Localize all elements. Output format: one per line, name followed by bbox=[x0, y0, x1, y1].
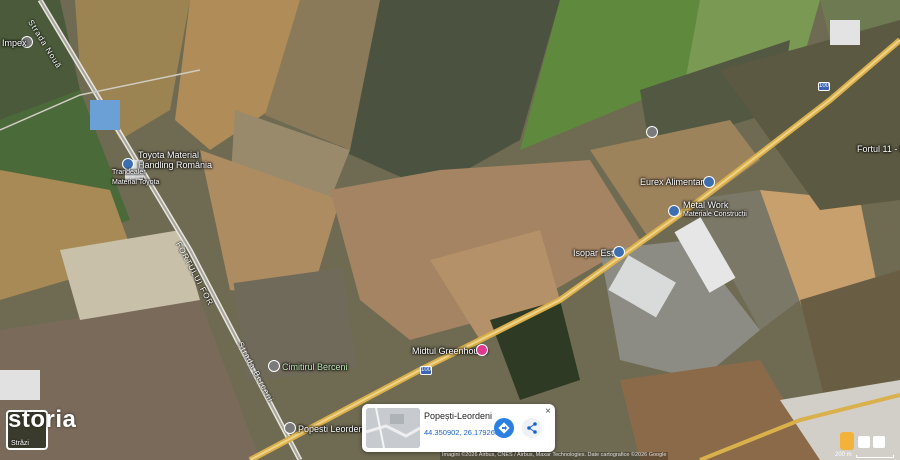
shop-pin-icon[interactable] bbox=[476, 344, 488, 356]
place-pin-icon[interactable] bbox=[284, 422, 296, 434]
label-fortul[interactable]: Fortul 11 - Pope bbox=[857, 144, 900, 154]
label-isopar[interactable]: Isopar Est bbox=[573, 248, 614, 258]
satellite-terrain bbox=[0, 0, 900, 460]
place-name: Popești-Leordeni bbox=[424, 411, 493, 421]
scale-label: 200 m bbox=[835, 452, 852, 458]
place-info-card[interactable]: Popești-Leordeni 44.350902, 26.179260 × bbox=[362, 404, 555, 452]
map-thumb-icon bbox=[366, 408, 420, 448]
satellite-map[interactable]: Impex Toyota Material Handling România T… bbox=[0, 0, 900, 460]
label-metalwork[interactable]: Metal Work bbox=[683, 200, 728, 210]
route-shield: 100 bbox=[818, 82, 830, 91]
shop-pin-icon[interactable] bbox=[613, 246, 625, 258]
label-eurex[interactable]: Eurex Alimentare bbox=[640, 177, 709, 187]
label-cimitir[interactable]: Cimitirul Berceni bbox=[282, 362, 348, 372]
share-button[interactable] bbox=[522, 418, 542, 438]
label-toyota-sub: Trandealer Material Toyota bbox=[112, 169, 160, 186]
route-shield: 100 bbox=[420, 366, 432, 375]
place-pin-icon[interactable] bbox=[646, 126, 658, 138]
place-coordinates[interactable]: 44.350902, 26.179260 bbox=[424, 428, 499, 437]
scale-bar bbox=[856, 455, 894, 458]
label-popesti[interactable]: Popesti Leordeni bbox=[298, 424, 366, 434]
directions-button[interactable] bbox=[494, 418, 514, 438]
storia-watermark: storia bbox=[8, 406, 77, 433]
label-toyota[interactable]: Toyota Material Handling România bbox=[138, 150, 212, 170]
layers-button[interactable] bbox=[873, 436, 885, 448]
shop-pin-icon[interactable] bbox=[703, 176, 715, 188]
share-icon bbox=[527, 422, 537, 434]
close-icon[interactable]: × bbox=[545, 406, 551, 417]
directions-icon bbox=[498, 422, 510, 434]
streets-label: Străzi bbox=[11, 440, 29, 447]
place-pin-icon[interactable] bbox=[268, 360, 280, 372]
label-metalwork-sub: Materiale Construcții bbox=[683, 211, 747, 218]
label-impex[interactable]: Impex bbox=[2, 38, 27, 48]
place-thumbnail[interactable] bbox=[366, 408, 420, 448]
shop-pin-icon[interactable] bbox=[668, 205, 680, 217]
map-attribution: Imagini ©2026 Airbus, CNES / Airbus, Max… bbox=[440, 452, 669, 460]
fullscreen-button[interactable] bbox=[858, 436, 870, 448]
pegman-icon[interactable] bbox=[840, 432, 854, 450]
